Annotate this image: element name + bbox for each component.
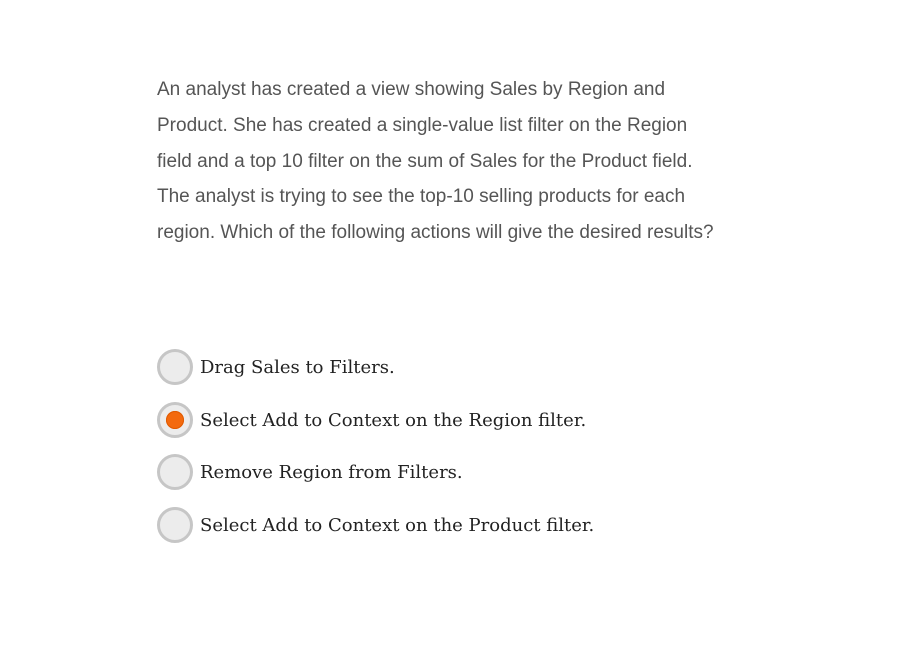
answer-option-2[interactable]: Select Add to Context on the Region filt…: [157, 402, 586, 438]
answer-option-label[interactable]: Drag Sales to Filters.: [200, 357, 395, 378]
question-text: An analyst has created a view showing Sa…: [157, 72, 717, 251]
answer-option-1[interactable]: Drag Sales to Filters.: [157, 349, 395, 385]
radio-button-1[interactable]: [157, 349, 193, 385]
radio-button-4[interactable]: [157, 507, 193, 543]
radio-button-2-selected[interactable]: [157, 402, 193, 438]
answer-option-label[interactable]: Remove Region from Filters.: [200, 462, 463, 483]
radio-button-3[interactable]: [157, 454, 193, 490]
question-paragraph-2: The analyst is trying to see the top-10 …: [157, 186, 714, 244]
answer-option-3[interactable]: Remove Region from Filters.: [157, 454, 463, 490]
answer-option-label[interactable]: Select Add to Context on the Region filt…: [200, 410, 586, 431]
radio-selected-dot-icon: [166, 411, 184, 429]
answer-option-4[interactable]: Select Add to Context on the Product fil…: [157, 507, 594, 543]
question-paragraph-1: An analyst has created a view showing Sa…: [157, 79, 693, 172]
answer-option-label[interactable]: Select Add to Context on the Product fil…: [200, 515, 594, 536]
